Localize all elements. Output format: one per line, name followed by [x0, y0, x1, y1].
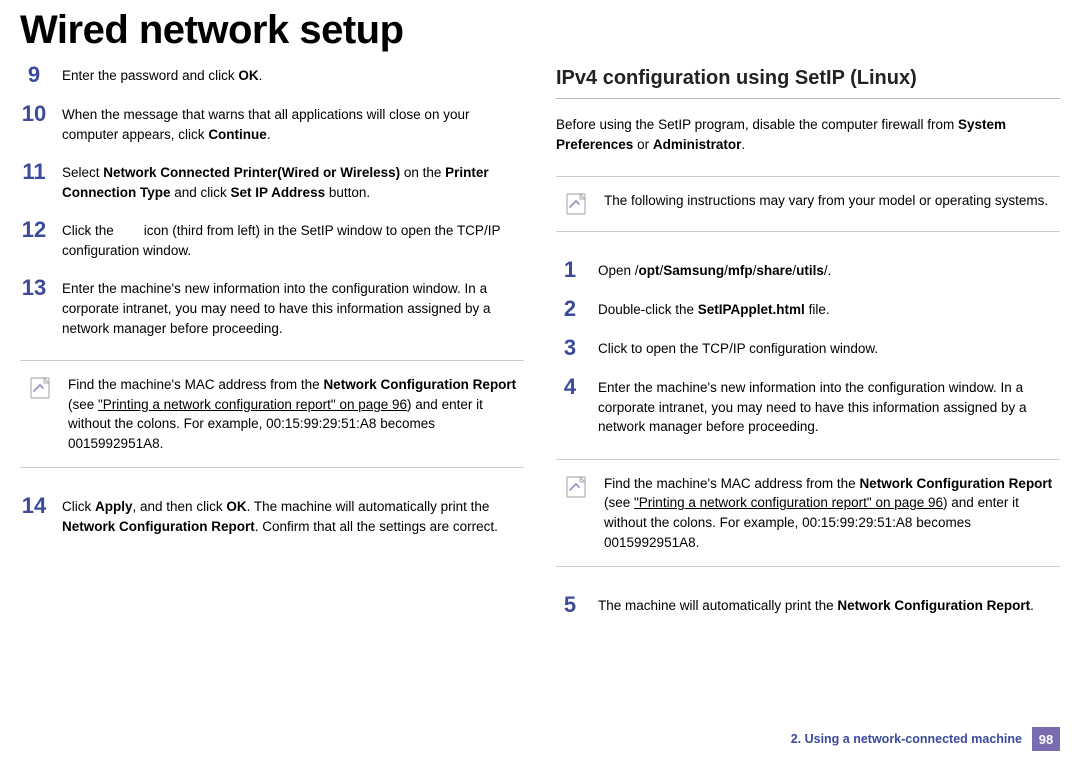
intro-text: Before using the SetIP program, disable … — [556, 115, 1060, 154]
right-steps-after-container: 5 The machine will automatically print t… — [556, 593, 1060, 616]
step-item: 4 Enter the machine's new information in… — [556, 375, 1060, 437]
step-item: 5 The machine will automatically print t… — [556, 593, 1060, 616]
footer-chapter: 2. Using a network-connected machine — [791, 732, 1022, 746]
step-number: 4 — [556, 375, 584, 398]
note-icon — [564, 191, 590, 217]
step-number: 13 — [20, 276, 48, 299]
step-item: 9 Enter the password and click OK. — [20, 63, 524, 86]
step-number: 14 — [20, 494, 48, 517]
step-text: Click Apply, and then click OK. The mach… — [62, 494, 524, 536]
right-column: IPv4 configuration using SetIP (Linux) B… — [556, 63, 1060, 632]
note-icon — [564, 474, 590, 500]
content-columns: 9 Enter the password and click OK. 10 Wh… — [0, 63, 1080, 632]
step-item: 1 Open /opt/Samsung/mfp/share/utils/. — [556, 258, 1060, 281]
step-number: 1 — [556, 258, 584, 281]
step-item: 14 Click Apply, and then click OK. The m… — [20, 494, 524, 536]
step-text: Double-click the SetIPApplet.html file. — [598, 297, 830, 320]
note-text: Find the machine's MAC address from the … — [604, 474, 1056, 552]
step-text: The machine will automatically print the… — [598, 593, 1034, 616]
step-text: Select Network Connected Printer(Wired o… — [62, 160, 524, 202]
step-number: 12 — [20, 218, 48, 241]
step-item: 10 When the message that warns that all … — [20, 102, 524, 144]
step-number: 5 — [556, 593, 584, 616]
step-number: 2 — [556, 297, 584, 320]
step-text: Enter the machine's new information into… — [62, 276, 524, 338]
left-steps-container: 9 Enter the password and click OK. 10 Wh… — [20, 63, 524, 338]
step-item: 12 Click the icon (third from left) in t… — [20, 218, 524, 260]
page-footer: 2. Using a network-connected machine 98 — [791, 727, 1060, 751]
step-text: Enter the machine's new information into… — [598, 375, 1060, 437]
step-text: Open /opt/Samsung/mfp/share/utils/. — [598, 258, 831, 281]
note-box: Find the machine's MAC address from the … — [20, 360, 524, 468]
page-title: Wired network setup — [0, 0, 1080, 63]
note-box: Find the machine's MAC address from the … — [556, 459, 1060, 567]
step-number: 11 — [20, 160, 48, 183]
step-number: 10 — [20, 102, 48, 125]
step-item: 13 Enter the machine's new information i… — [20, 276, 524, 338]
step-item: 3 Click to open the TCP/IP configuration… — [556, 336, 1060, 359]
right-steps-container: 1 Open /opt/Samsung/mfp/share/utils/. 2 … — [556, 258, 1060, 437]
step-text: Click the icon (third from left) in the … — [62, 218, 524, 260]
footer-page-number: 98 — [1032, 727, 1060, 751]
section-heading: IPv4 configuration using SetIP (Linux) — [556, 67, 1060, 99]
step-text: When the message that warns that all app… — [62, 102, 524, 144]
step-text: Click to open the TCP/IP configuration w… — [598, 336, 878, 359]
step-text: Enter the password and click OK. — [62, 63, 262, 86]
note-box: The following instructions may vary from… — [556, 176, 1060, 232]
step-item: 11 Select Network Connected Printer(Wire… — [20, 160, 524, 202]
note-text: Find the machine's MAC address from the … — [68, 375, 520, 453]
step-item: 2 Double-click the SetIPApplet.html file… — [556, 297, 1060, 320]
note-text: The following instructions may vary from… — [604, 191, 1048, 211]
step-number: 9 — [20, 63, 48, 86]
step-number: 3 — [556, 336, 584, 359]
left-column: 9 Enter the password and click OK. 10 Wh… — [20, 63, 524, 632]
left-steps-after-container: 14 Click Apply, and then click OK. The m… — [20, 494, 524, 536]
note-icon — [28, 375, 54, 401]
